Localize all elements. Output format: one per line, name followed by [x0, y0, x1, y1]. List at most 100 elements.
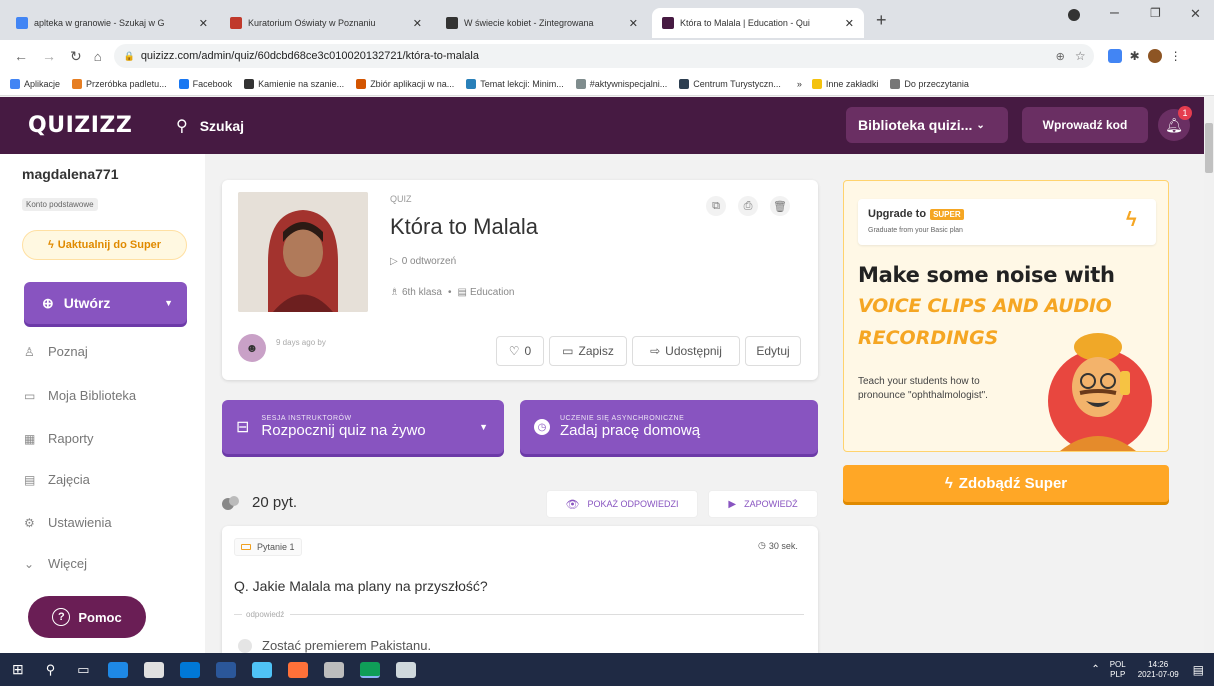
menu-kebab-icon[interactable]: ⋮ [1170, 49, 1182, 63]
photos-icon[interactable] [395, 661, 416, 678]
url-field[interactable]: 🔒 quizizz.com/admin/quiz/60dcbd68ce3c010… [113, 44, 1094, 68]
sidebar-item-settings[interactable]: ⚙ Ustawienia [24, 515, 112, 530]
bookmark-item[interactable]: Temat lekcji: Minim... [466, 78, 564, 89]
question-time: ◷ 30 sek. [758, 540, 798, 551]
extension-icon[interactable] [1107, 49, 1122, 63]
mail-icon[interactable] [323, 661, 344, 678]
reload-icon[interactable]: ↻ [70, 48, 82, 65]
bookmark-other[interactable]: Inne zakładki [811, 78, 878, 89]
like-button[interactable]: ♡ 0 [496, 336, 544, 366]
avatar[interactable]: ☻ [238, 334, 266, 362]
bookmark-favicon-icon [356, 78, 367, 89]
forward-icon[interactable]: → [42, 48, 56, 64]
browser-tab-active[interactable]: Która to Malala | Education - Qui ✕ [652, 8, 864, 38]
print-icon[interactable]: ⎙ [738, 196, 758, 216]
sidebar-item-classes[interactable]: ▤ Zajęcia [24, 472, 90, 487]
search-icon[interactable]: ⚲ [46, 662, 56, 678]
get-super-button[interactable]: ϟ Zdobądź Super [843, 465, 1169, 502]
edge-icon[interactable] [107, 661, 128, 678]
questions-count: 20 pyt. [222, 494, 297, 511]
duplicate-icon[interactable]: ⧉ [706, 196, 726, 216]
chrome-icon[interactable] [359, 661, 380, 678]
sidebar-item-library[interactable]: ▭ Moja Biblioteka [24, 388, 136, 403]
paint-icon[interactable] [251, 661, 272, 678]
preview-button[interactable]: ▶ ZAPOWIEDŹ [708, 490, 818, 518]
library-dropdown[interactable]: Biblioteka quizi... ⌄ [846, 107, 1008, 143]
bell-icon: 🔔︎ [1165, 116, 1183, 133]
bookmark-reading-list[interactable]: Do przeczytania [890, 78, 969, 89]
minimize-icon[interactable]: – [1110, 4, 1119, 22]
bookmark-item[interactable]: Zbiór aplikacji w na... [356, 78, 454, 89]
show-answers-button[interactable]: 👁︎ POKAŻ ODPOWIEDZI [546, 490, 698, 518]
bookmark-favicon-icon [72, 78, 83, 89]
upgrade-plan-box[interactable]: Upgrade to SUPER Graduate from your Basi… [858, 199, 1156, 245]
quiz-title: Która to Malala [390, 214, 538, 239]
scrollbar[interactable] [1204, 97, 1214, 653]
search-input[interactable]: Szukaj [200, 118, 244, 134]
zoom-icon[interactable]: ⊕ [1056, 50, 1065, 63]
bookmark-item[interactable]: Centrum Turystyczn... [679, 78, 781, 89]
folder-icon: ▭ [24, 388, 36, 403]
lightning-icon: ϟ [944, 475, 953, 492]
start-live-quiz-button[interactable]: ⊟ SESJA INSTRUKTORÓW Rozpocznij quiz na … [222, 400, 504, 454]
heart-icon: ♡ [508, 344, 520, 358]
scrollbar-thumb[interactable] [1205, 123, 1213, 173]
browser-tab[interactable]: aplteka w granowie - Szukaj w G ✕ [6, 8, 218, 38]
sidebar-item-more[interactable]: ⌄ Więcej [24, 556, 87, 571]
close-tab-icon[interactable]: ✕ [623, 17, 638, 30]
folder-icon [811, 78, 822, 89]
new-tab-button[interactable]: + [876, 10, 887, 31]
help-button[interactable]: ? Pomoc [28, 596, 146, 638]
word-icon[interactable] [215, 661, 236, 678]
windows-start-icon[interactable]: ⊞ [12, 661, 24, 678]
sidebar-item-reports[interactable]: ▦ Raporty [24, 431, 94, 446]
enter-code-button[interactable]: Wprowadź kod [1022, 107, 1148, 143]
avatar[interactable] [1147, 49, 1162, 63]
close-window-icon[interactable]: ✕ [1190, 6, 1201, 22]
settings-icon: ⚙ [24, 515, 35, 530]
puzzle-icon[interactable]: ✱ [1130, 49, 1140, 63]
task-view-icon[interactable]: ▭ [77, 662, 89, 678]
back-icon[interactable]: ← [14, 48, 28, 64]
create-button[interactable]: ⊕ Utwórz ▼ [24, 282, 187, 324]
quizizz-logo[interactable]: QUIZIZZ [28, 113, 176, 138]
folder-icon: ▭ [562, 344, 574, 358]
browser-tab[interactable]: Kuratorium Oświaty w Poznaniu ✕ [220, 8, 432, 38]
save-button[interactable]: ▭ Zapisz [549, 336, 627, 366]
bookmarks-more-button[interactable]: » [797, 79, 802, 89]
upgrade-button[interactable]: ϟ Uaktualnij do Super [22, 230, 187, 260]
app-header: QUIZIZZ ⚲ Szukaj Biblioteka quizi... ⌄ Wp… [0, 97, 1204, 154]
restore-icon[interactable]: ❐ [1150, 6, 1161, 20]
close-tab-icon[interactable]: ✕ [839, 17, 854, 30]
bookmark-item[interactable]: Aplikacje [10, 78, 60, 89]
search-icon[interactable]: ⚲ [176, 116, 188, 136]
language-indicator[interactable]: POL PLP [1110, 660, 1126, 679]
sidebar-item-explore[interactable]: ♙ Poznaj [24, 344, 88, 359]
close-tab-icon[interactable]: ✕ [193, 17, 208, 30]
bookmark-item[interactable]: Facebook [178, 78, 232, 89]
close-tab-icon[interactable]: ✕ [407, 17, 422, 30]
google-icon [16, 17, 28, 29]
chevron-down-icon: ⌄ [976, 119, 985, 131]
malala-portrait [238, 192, 368, 312]
delete-icon[interactable]: 🗑︎ [770, 196, 790, 216]
assign-homework-button[interactable]: ◷ UCZENIE SIĘ ASYNCHRONICZNE Zadaj pracę… [520, 400, 818, 454]
firefox-icon[interactable] [287, 661, 308, 678]
bookmark-item[interactable]: Kamienie na szanie... [244, 78, 344, 89]
bookmark-item[interactable]: #aktywnispecjalni... [575, 78, 667, 89]
tray-arrow-icon[interactable]: ⌃ [1091, 664, 1099, 675]
profile-dot-icon[interactable] [1068, 9, 1080, 21]
share-button[interactable]: ⇨ Udostępnij [632, 336, 740, 366]
browser-tab[interactable]: W świecie kobiet - Zintegrowana ✕ [436, 8, 648, 38]
eye-icon: 👁︎ [565, 498, 580, 511]
subject-icon: ▤ [457, 287, 467, 298]
lightning-icon: ϟ [1126, 209, 1137, 231]
notification-center-icon[interactable]: ▤ [1193, 663, 1204, 677]
clock[interactable]: 14:26 2021-07-09 [1138, 660, 1179, 679]
home-icon[interactable]: ⌂ [94, 49, 102, 64]
teams-icon[interactable] [179, 661, 200, 678]
store-icon[interactable] [143, 661, 164, 678]
bookmark-item[interactable]: Przeróbka padletu... [72, 78, 167, 89]
star-icon[interactable]: ☆ [1075, 49, 1086, 63]
edit-button[interactable]: Edytuj [745, 336, 801, 366]
